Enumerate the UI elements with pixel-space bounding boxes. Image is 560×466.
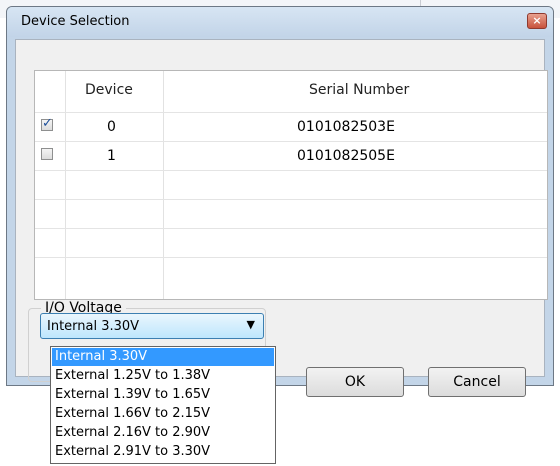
cancel-button[interactable]: Cancel [428, 367, 526, 397]
io-voltage-dropdown-list: Internal 3.30V External 1.25V to 1.38V E… [50, 346, 276, 464]
dropdown-option[interactable]: External 2.16V to 2.90V [52, 424, 274, 442]
dialog-titlebar[interactable]: Device Selection × [7, 7, 553, 37]
dropdown-option[interactable]: Internal 3.30V [52, 348, 274, 366]
table-row-empty [35, 170, 547, 200]
table-row[interactable]: ✓ 0 0101082503E [35, 112, 547, 142]
device-checkbox[interactable] [41, 148, 53, 160]
close-button[interactable]: × [527, 13, 547, 29]
grid-header: Device Serial Number [35, 71, 547, 111]
chevron-down-icon[interactable]: ▼ [247, 318, 255, 331]
close-icon: × [532, 14, 542, 27]
table-row[interactable]: 1 0101082505E [35, 141, 547, 171]
check-icon: ✓ [42, 116, 53, 131]
dropdown-option[interactable]: External 1.25V to 1.38V [52, 367, 274, 385]
dropdown-option[interactable]: External 1.66V to 2.15V [52, 405, 274, 423]
dropdown-option[interactable]: External 1.39V to 1.65V [52, 386, 274, 404]
dropdown-option[interactable]: External 2.91V to 3.30V [52, 443, 274, 461]
device-cell: 0 [107, 119, 116, 135]
device-cell: 1 [107, 148, 116, 164]
table-row-empty [35, 228, 547, 258]
dialog-title: Device Selection [21, 14, 130, 29]
column-header-device[interactable]: Device [85, 82, 133, 98]
table-row-empty [35, 199, 547, 229]
device-checkbox[interactable]: ✓ [41, 116, 53, 131]
io-voltage-selected-value: Internal 3.30V [47, 319, 140, 334]
serial-cell: 0101082505E [297, 148, 395, 164]
serial-cell: 0101082503E [297, 119, 395, 135]
table-row-empty [35, 257, 547, 287]
device-grid: Device Serial Number ✓ 0 0101082503E 1 0… [34, 70, 548, 300]
io-voltage-select[interactable]: Internal 3.30V ▼ [40, 313, 264, 339]
column-header-serial-number[interactable]: Serial Number [309, 82, 409, 98]
ok-button[interactable]: OK [306, 367, 404, 397]
